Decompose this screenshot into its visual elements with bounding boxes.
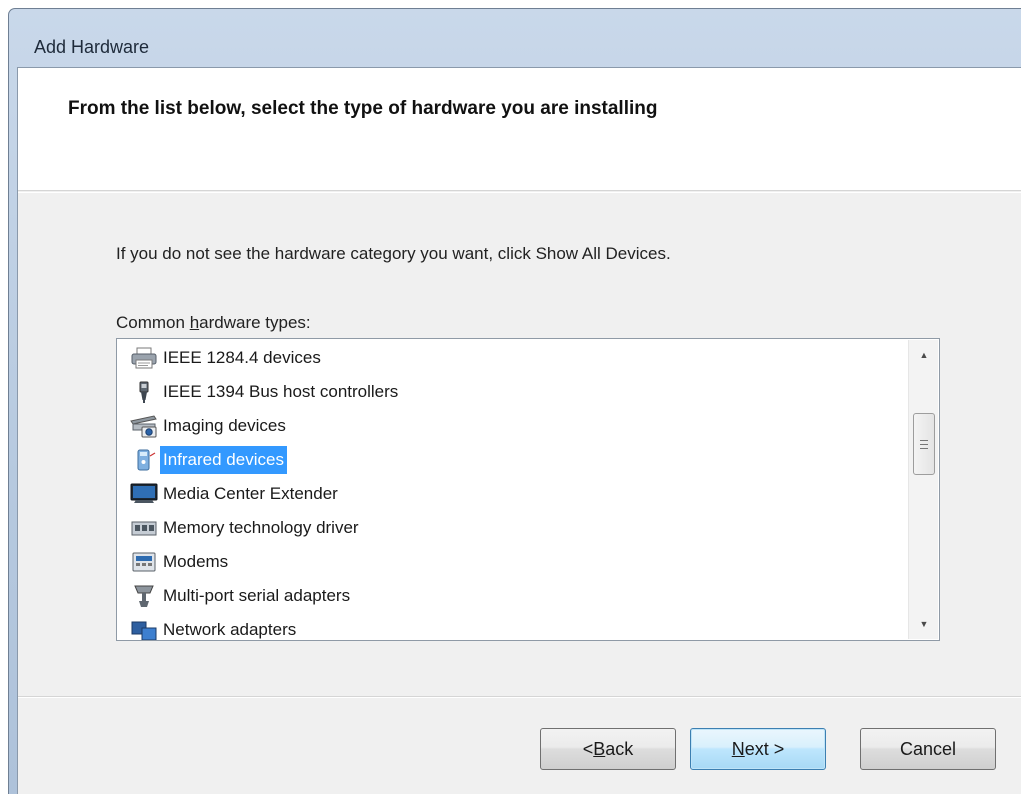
list-item-network-adapters[interactable]: Network adapters	[129, 613, 299, 640]
list-item-media-center[interactable]: Media Center Extender	[129, 477, 341, 511]
title-bar[interactable]: Add Hardware	[9, 9, 1021, 69]
scanner-camera-icon	[129, 413, 159, 439]
list-item-memory-tech[interactable]: Memory technology driver	[129, 511, 362, 545]
wizard-header: From the list below, select the type of …	[18, 68, 1021, 191]
back-suffix: ack	[605, 738, 634, 759]
modem-icon	[129, 549, 159, 575]
footer-divider-highlight	[18, 697, 1021, 698]
back-button[interactable]: < Back	[540, 728, 676, 770]
memory-card-icon	[129, 515, 159, 541]
page-title: From the list below, select the type of …	[68, 98, 658, 119]
list-item-label: Imaging devices	[163, 416, 286, 435]
back-mnemonic: B	[593, 738, 606, 759]
header-divider	[18, 192, 1021, 193]
list-item-label: Network adapters	[163, 620, 297, 639]
serial-adapter-icon	[129, 583, 159, 609]
next-suffix: ext >	[744, 738, 785, 759]
list-item-ieee-1284[interactable]: IEEE 1284.4 devices	[129, 341, 324, 375]
list-item-imaging[interactable]: Imaging devices	[129, 409, 289, 443]
list-item-label: IEEE 1394 Bus host controllers	[163, 382, 399, 401]
network-adapter-icon	[129, 617, 159, 640]
hardware-types-label: Common hardware types:	[116, 313, 311, 333]
firewire-connector-icon	[129, 379, 159, 405]
label-mnemonic: h	[189, 313, 200, 332]
wizard-client-area: From the list below, select the type of …	[17, 67, 1021, 794]
next-mnemonic: N	[731, 738, 745, 759]
cancel-button[interactable]: Cancel	[860, 728, 996, 770]
hint-text: If you do not see the hardware category …	[116, 244, 671, 263]
list-item-label: Multi-port serial adapters	[163, 586, 351, 605]
list-item-label: Media Center Extender	[163, 484, 338, 503]
hardware-types-listbox[interactable]: IEEE 1284.4 devices IEEE 1394 Bus host c…	[116, 338, 940, 641]
list-vertical-scrollbar[interactable]: ▲ ▼	[908, 340, 938, 639]
list-item-modems[interactable]: Modems	[129, 545, 231, 579]
label-prefix: Common	[116, 313, 190, 332]
next-button[interactable]: Next >	[690, 728, 826, 770]
monitor-icon	[129, 481, 159, 507]
list-item-label: IEEE 1284.4 devices	[163, 348, 321, 367]
list-items-container: IEEE 1284.4 devices IEEE 1394 Bus host c…	[117, 339, 907, 640]
grip-icon	[920, 439, 928, 449]
list-item-label: Infrared devices	[160, 446, 287, 474]
label-suffix: ardware types:	[199, 313, 311, 332]
list-item-multiport-serial[interactable]: Multi-port serial adapters	[129, 579, 353, 613]
list-item-ieee-1394[interactable]: IEEE 1394 Bus host controllers	[129, 375, 401, 409]
infrared-device-icon	[129, 447, 159, 473]
add-hardware-window: Add Hardware From the list below, select…	[8, 8, 1021, 794]
scroll-up-arrow-icon[interactable]: ▲	[909, 340, 939, 370]
scroll-down-arrow-icon[interactable]: ▼	[909, 609, 939, 639]
list-item-infrared[interactable]: Infrared devices	[129, 443, 287, 477]
list-item-label: Memory technology driver	[163, 518, 359, 537]
printer-icon	[129, 345, 159, 371]
cancel-label: Cancel	[899, 738, 957, 759]
list-item-label: Modems	[163, 552, 229, 571]
back-prefix: <	[582, 738, 594, 759]
scrollbar-thumb[interactable]	[913, 413, 935, 475]
window-title: Add Hardware	[34, 37, 150, 57]
